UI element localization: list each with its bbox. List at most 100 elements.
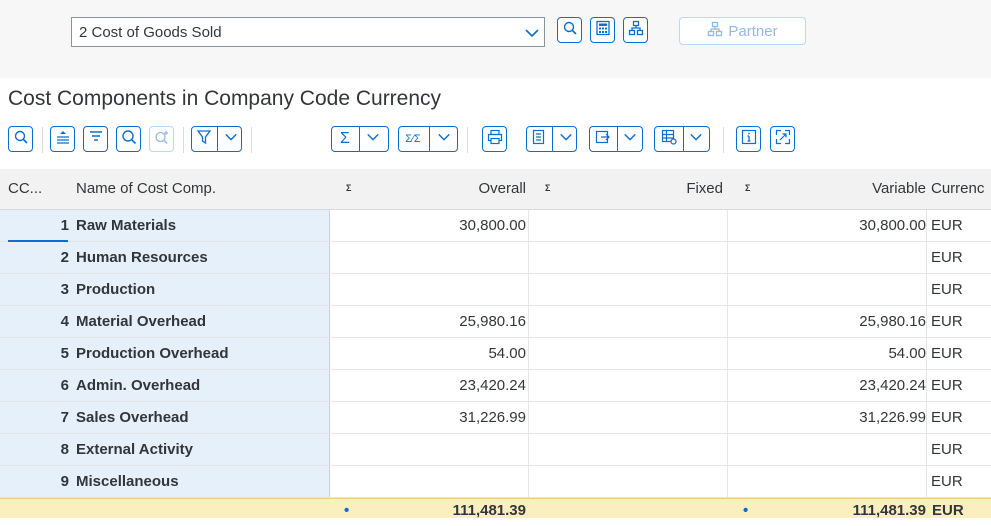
fullscreen-icon bbox=[775, 129, 791, 150]
table-row[interactable]: 8 External Activity EUR bbox=[0, 434, 991, 466]
cell-name[interactable]: Human Resources bbox=[76, 242, 208, 273]
cost-view-select-value: 2 Cost of Goods Sold bbox=[79, 24, 222, 41]
column-header-currency[interactable]: Currenc bbox=[931, 180, 984, 197]
cell-cc[interactable]: 5 bbox=[0, 338, 69, 369]
sort-ascending-button[interactable] bbox=[50, 126, 75, 152]
chevron-down-icon[interactable] bbox=[524, 25, 540, 46]
layout-menu-button[interactable] bbox=[654, 126, 710, 152]
cell-cc[interactable]: 9 bbox=[0, 466, 69, 497]
table-row[interactable]: 9 Miscellaneous EUR bbox=[0, 466, 991, 498]
table-row[interactable]: 7 Sales Overhead 31,226.99 31,226.99 EUR bbox=[0, 402, 991, 434]
cell-fixed[interactable] bbox=[620, 434, 723, 465]
cell-variable[interactable] bbox=[820, 242, 926, 273]
cell-variable[interactable]: 23,420.24 bbox=[820, 370, 926, 401]
cell-variable[interactable] bbox=[820, 466, 926, 497]
zoom-button[interactable] bbox=[557, 17, 582, 43]
cell-cc[interactable]: 8 bbox=[0, 434, 69, 465]
cell-overall[interactable] bbox=[420, 242, 526, 273]
cost-view-select[interactable]: 2 Cost of Goods Sold bbox=[71, 17, 545, 47]
cell-overall[interactable]: 31,226.99 bbox=[420, 402, 526, 433]
cell-fixed[interactable] bbox=[620, 402, 723, 433]
cell-currency[interactable]: EUR bbox=[931, 338, 963, 369]
table-row[interactable]: 3 Production EUR bbox=[0, 274, 991, 306]
column-header-fixed[interactable]: Fixed bbox=[620, 180, 723, 197]
cell-cc[interactable]: 3 bbox=[0, 274, 69, 305]
info-button[interactable] bbox=[736, 126, 761, 152]
cell-fixed[interactable] bbox=[620, 338, 723, 369]
cell-fixed[interactable] bbox=[620, 274, 723, 305]
partner-button[interactable]: Partner bbox=[679, 17, 806, 45]
cell-name[interactable]: External Activity bbox=[76, 434, 193, 465]
cell-cc[interactable]: 1 bbox=[0, 210, 69, 241]
table-row[interactable]: 5 Production Overhead 54.00 54.00 EUR bbox=[0, 338, 991, 370]
subtotal-menu-button[interactable]: Σ⁄Σ bbox=[398, 126, 458, 152]
search-icon bbox=[121, 129, 137, 150]
cell-currency[interactable]: EUR bbox=[931, 402, 963, 433]
table-row[interactable]: 6 Admin. Overhead 23,420.24 23,420.24 EUR bbox=[0, 370, 991, 402]
cell-currency[interactable]: EUR bbox=[931, 466, 963, 497]
filter-menu-button[interactable] bbox=[191, 126, 242, 152]
cell-name[interactable]: Sales Overhead bbox=[76, 402, 189, 433]
chevron-down-icon bbox=[623, 130, 637, 149]
cell-name[interactable]: Raw Materials bbox=[76, 210, 176, 241]
sum-marker-fixed: Σ bbox=[545, 183, 551, 193]
toolbar-separator bbox=[251, 127, 252, 153]
print-icon bbox=[487, 129, 503, 150]
print-button[interactable] bbox=[482, 126, 507, 152]
table-row[interactable]: 2 Human Resources EUR bbox=[0, 242, 991, 274]
cell-name[interactable]: Production Overhead bbox=[76, 338, 229, 369]
find-next-button[interactable] bbox=[149, 126, 174, 152]
cell-name[interactable]: Miscellaneous bbox=[76, 466, 179, 497]
cell-fixed[interactable] bbox=[620, 466, 723, 497]
cell-currency[interactable]: EUR bbox=[931, 370, 963, 401]
fullscreen-button[interactable] bbox=[770, 126, 795, 152]
cell-overall[interactable]: 25,980.16 bbox=[420, 306, 526, 337]
total-row: • 111,481.39 • 111,481.39 EUR bbox=[0, 498, 991, 519]
column-header-overall[interactable]: Overall bbox=[420, 180, 526, 197]
cell-variable[interactable]: 30,800.00 bbox=[820, 210, 926, 241]
cell-variable[interactable]: 25,980.16 bbox=[820, 306, 926, 337]
cell-overall[interactable] bbox=[420, 274, 526, 305]
cell-overall[interactable]: 54.00 bbox=[420, 338, 526, 369]
find-button[interactable] bbox=[116, 126, 141, 152]
cell-fixed[interactable] bbox=[620, 210, 723, 241]
cell-variable[interactable] bbox=[820, 434, 926, 465]
cell-cc[interactable]: 7 bbox=[0, 402, 69, 433]
cell-variable[interactable]: 31,226.99 bbox=[820, 402, 926, 433]
calculator-button[interactable] bbox=[590, 17, 615, 43]
cell-currency[interactable]: EUR bbox=[931, 274, 963, 305]
cell-fixed[interactable] bbox=[620, 242, 723, 273]
cell-name[interactable]: Material Overhead bbox=[76, 306, 206, 337]
views-menu-button[interactable] bbox=[589, 126, 643, 152]
cell-overall[interactable]: 23,420.24 bbox=[420, 370, 526, 401]
cell-cc[interactable]: 2 bbox=[0, 242, 69, 273]
zoom-details-button[interactable] bbox=[8, 126, 33, 152]
cell-name[interactable]: Production bbox=[76, 274, 155, 305]
cell-name[interactable]: Admin. Overhead bbox=[76, 370, 200, 401]
cell-currency[interactable]: EUR bbox=[931, 210, 963, 241]
cell-cc[interactable]: 6 bbox=[0, 370, 69, 401]
table-row[interactable]: 4 Material Overhead 25,980.16 25,980.16 EUR bbox=[0, 306, 991, 338]
hierarchy-button[interactable] bbox=[623, 17, 648, 43]
cell-currency[interactable]: EUR bbox=[931, 242, 963, 273]
cell-fixed[interactable] bbox=[620, 306, 723, 337]
cell-overall[interactable]: 30,800.00 bbox=[420, 210, 526, 241]
total-overall: 111,481.39 bbox=[452, 502, 526, 519]
cell-cc[interactable]: 4 bbox=[0, 306, 69, 337]
cell-fixed[interactable] bbox=[620, 370, 723, 401]
cell-currency[interactable]: EUR bbox=[931, 306, 963, 337]
export-menu-button[interactable] bbox=[526, 126, 577, 152]
column-header-cc[interactable]: CC... bbox=[8, 180, 42, 197]
sort-descending-button[interactable] bbox=[83, 126, 108, 152]
info-icon bbox=[741, 129, 757, 150]
cell-overall[interactable] bbox=[420, 466, 526, 497]
cell-variable[interactable] bbox=[820, 274, 926, 305]
cell-variable[interactable]: 54.00 bbox=[820, 338, 926, 369]
column-header-variable[interactable]: Variable bbox=[820, 180, 926, 197]
column-header-name[interactable]: Name of Cost Comp. bbox=[76, 180, 216, 197]
cell-overall[interactable] bbox=[420, 434, 526, 465]
cell-currency[interactable]: EUR bbox=[931, 434, 963, 465]
table-row[interactable]: 1 Raw Materials 30,800.00 30,800.00 EUR bbox=[0, 210, 991, 242]
sum-menu-button[interactable]: Σ bbox=[331, 126, 389, 152]
views-icon bbox=[595, 129, 611, 150]
